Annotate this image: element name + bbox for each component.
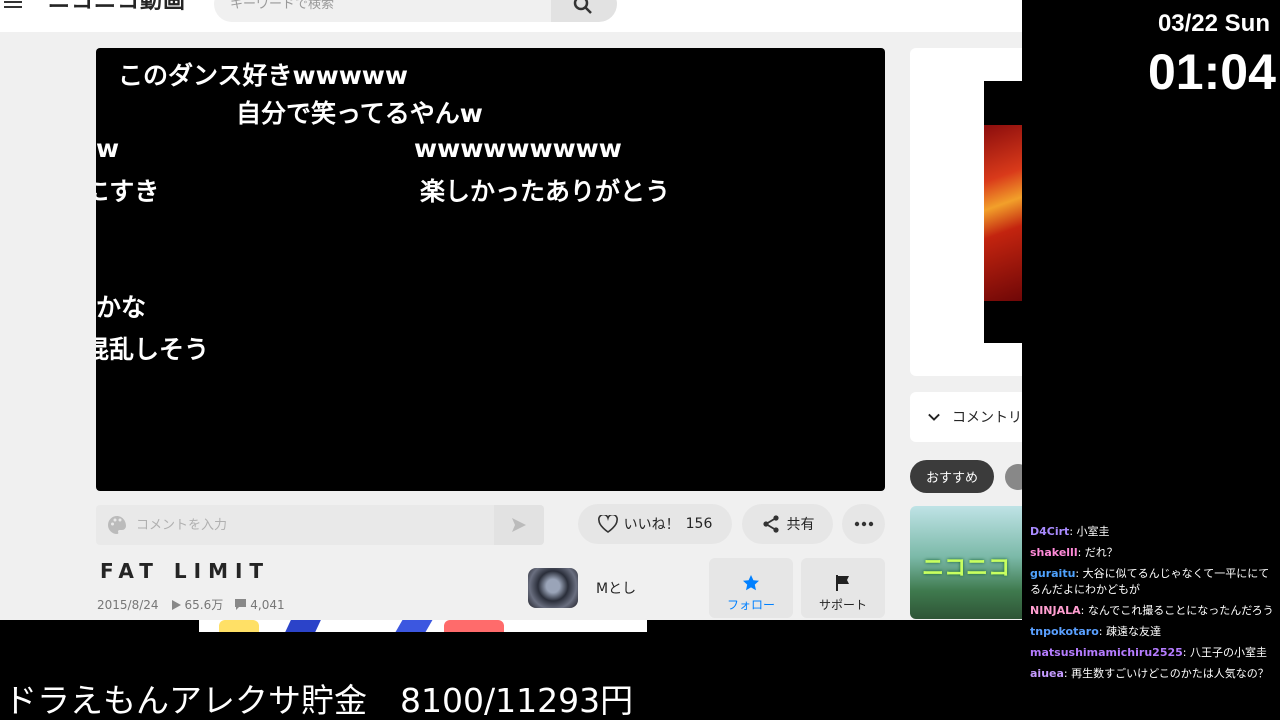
danmaku-comment: 自分で笑ってるやんw [236, 99, 483, 128]
menu-icon[interactable] [4, 0, 22, 10]
like-count: 156 [685, 516, 713, 532]
send-comment-button[interactable] [494, 505, 544, 545]
chat-text: だれ？ [1084, 546, 1118, 559]
tab-avatar[interactable] [1005, 464, 1022, 490]
support-label: サポート [818, 597, 867, 612]
danmaku-comment: にすき [96, 177, 160, 206]
chat-text: 疎遠な友達 [1105, 625, 1161, 638]
post-date: 2015/8/24 [97, 597, 159, 612]
chat-message: matsushimamichiru2525: 八王子の小室圭 [1030, 646, 1267, 659]
comment-count: 4,041 [250, 597, 285, 612]
overlay-date: 03/22 Sun [1157, 10, 1270, 37]
chat-username: aiuea [1030, 667, 1064, 680]
browser-page: ニコニコ動画 このダンス好きwwwww 自分で笑ってるやんw w wwwwwww… [0, 0, 1022, 620]
heart-icon [597, 515, 618, 533]
view-count-group: 65.6万 [171, 596, 224, 613]
follow-button[interactable]: フォロー [709, 558, 793, 618]
like-label: いいね！ [623, 517, 680, 533]
owner-name[interactable]: Mとし [596, 578, 636, 598]
star-icon [743, 574, 759, 590]
view-count: 65.6万 [184, 598, 224, 612]
danmaku-comment: 混乱しそう [96, 335, 210, 364]
comment-icon [235, 599, 247, 610]
more-icon [854, 521, 873, 527]
site-logo[interactable]: ニコニコ動画 [48, 0, 186, 14]
like-button[interactable]: いいね！ 156 [578, 504, 732, 544]
chat-message: shakelll: だれ？ [1030, 546, 1118, 559]
chat-username: guraitu [1030, 567, 1076, 580]
danmaku-comment: wwwwwwwww [414, 134, 622, 163]
donation-goal-text: ドラえもんアレクサ貯金 8100/11293円 [4, 681, 634, 720]
stream-thumbnail-strip [199, 620, 647, 632]
palette-icon[interactable] [106, 514, 128, 536]
chat-text: 小室圭 [1076, 525, 1110, 538]
tab-recommend[interactable]: おすすめ [910, 460, 994, 493]
comment-form [96, 505, 544, 545]
chat-username: tnpokotaro [1030, 625, 1099, 638]
search-button[interactable] [551, 0, 617, 22]
play-icon [171, 599, 181, 610]
comment-count-group: 4,041 [235, 597, 285, 612]
chat-message: tnpokotaro: 疎遠な友達 [1030, 625, 1161, 638]
flag-icon [836, 574, 849, 591]
send-icon [512, 518, 526, 532]
chat-text: 八王子の小室圭 [1189, 646, 1267, 659]
danmaku-comment: かな [96, 293, 147, 322]
chat-text: なんでこれ撮ることになったんだろう [1087, 604, 1274, 617]
chat-message: guraitu: 大谷に似てるんじゃなくて一平ににてるんだよにわかどもが [1030, 567, 1270, 596]
chat-username: matsushimamichiru2525 [1030, 646, 1183, 659]
comment-list-label: コメントリスト [952, 410, 1022, 426]
danmaku-comment: 楽しかったありがとう [420, 177, 671, 206]
chevron-down-icon [928, 413, 940, 421]
chat-username: shakelll [1030, 546, 1078, 559]
support-button[interactable]: サポート [801, 558, 885, 618]
video-title: FAT LIMIT [100, 559, 271, 583]
recommended-video-thumbnail[interactable]: ニコニコ [910, 506, 1022, 619]
chat-username: NINJALA [1030, 604, 1081, 617]
chat-message: aiuea: 再生数すごいけどこのかたは人気なの？ [1030, 667, 1269, 680]
share-button[interactable]: 共有 [742, 504, 833, 544]
follow-label: フォロー [726, 597, 775, 612]
chat-username: D4Cirt [1030, 525, 1070, 538]
video-meta: 2015/8/24 65.6万 4,041 [97, 596, 297, 613]
comment-list-toggle[interactable]: コメントリスト [910, 392, 1022, 442]
chat-message: D4Cirt: 小室圭 [1030, 525, 1110, 538]
danmaku-comment: w [96, 134, 120, 163]
search-bar [214, 0, 617, 22]
chat-text: 再生数すごいけどこのかたは人気なの？ [1071, 667, 1269, 680]
chat-message: NINJALA: なんでこれ撮ることになったんだろう [1030, 604, 1274, 617]
search-icon [573, 0, 592, 14]
share-label: 共有 [786, 517, 815, 533]
comment-input[interactable] [136, 505, 491, 545]
share-icon [762, 515, 779, 533]
ad-image[interactable] [984, 81, 1022, 343]
site-header: ニコニコ動画 [0, 0, 1022, 32]
owner-avatar[interactable] [528, 568, 578, 608]
video-player[interactable]: このダンス好きwwwww 自分で笑ってるやんw w wwwwwwwww にすき … [96, 48, 885, 491]
more-options-button[interactable] [842, 504, 885, 544]
danmaku-comment: このダンス好きwwwww [118, 61, 408, 90]
chat-panel: D4Cirt: 小室圭 shakelll: だれ？ guraitu: 大谷に似てるん… [1030, 524, 1276, 687]
thumbnail-text: ニコニコ [922, 556, 1011, 581]
overlay-clock: 01:04 [1148, 44, 1276, 100]
search-input[interactable] [214, 0, 550, 22]
